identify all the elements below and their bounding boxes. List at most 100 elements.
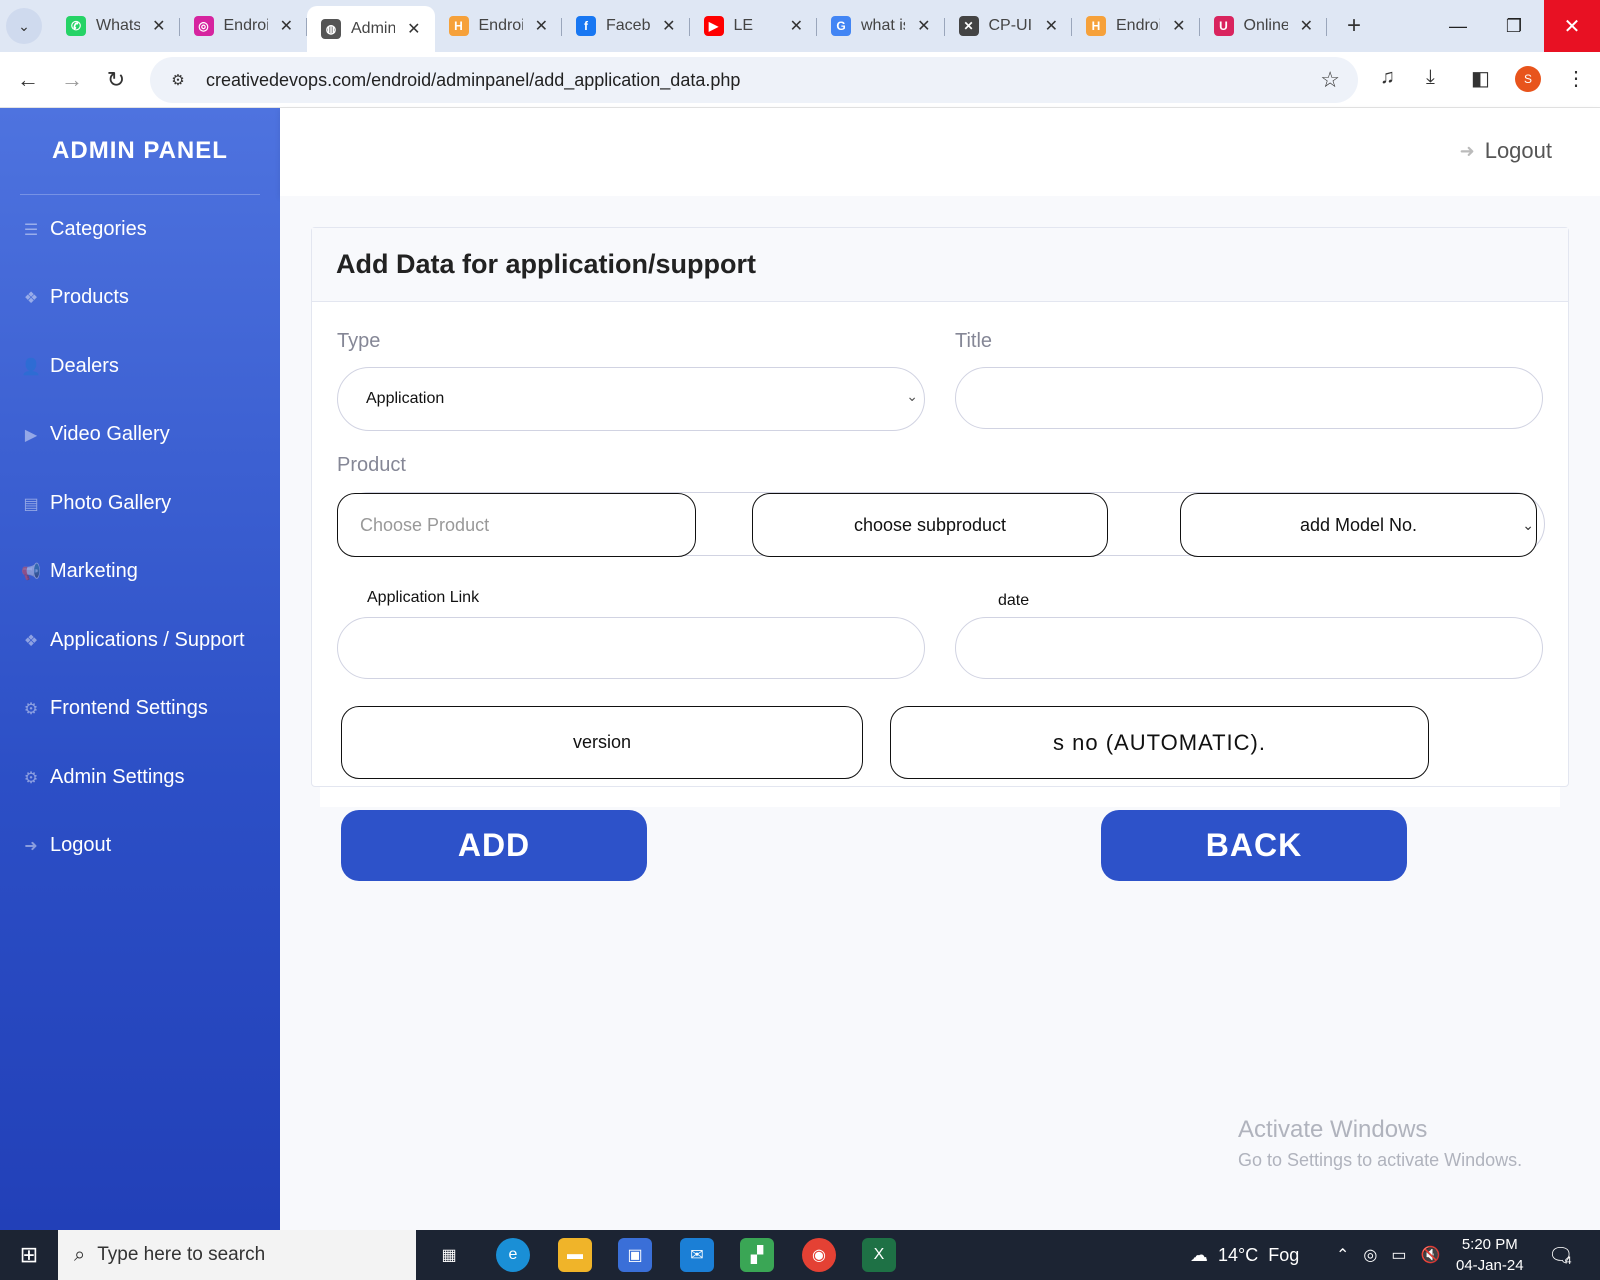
model-no-label: add Model No. (1299, 514, 1418, 535)
browser-tab[interactable]: ◍ Admin ✕ (307, 6, 435, 52)
address-bar[interactable]: ⚙ creativedevops.com/endroid/adminpanel/… (150, 57, 1358, 103)
back-arrow-icon[interactable]: ← (6, 67, 50, 93)
browser-tab[interactable]: ▶ LE ✕ (690, 6, 817, 46)
type-select[interactable]: Application ⌄ (337, 367, 925, 431)
browser-tab[interactable]: H Endroid ✕ (435, 6, 562, 46)
facebook-icon: f (576, 16, 596, 36)
app-icon[interactable]: ▞ (740, 1238, 774, 1272)
sidebar-item-label: Categories (50, 218, 147, 240)
chevron-down-icon: ⌄ (906, 388, 918, 404)
mail-icon[interactable]: ✉ (680, 1238, 714, 1272)
sidebar-item-products[interactable]: ❖ Products (20, 286, 129, 309)
file-explorer-icon[interactable]: ▬ (558, 1238, 592, 1272)
cubes-icon: ❖ (23, 632, 39, 650)
browser-tab[interactable]: U Online ✕ (1200, 6, 1327, 46)
version-field[interactable]: version (341, 706, 863, 779)
tab-close-icon[interactable]: ✕ (917, 16, 930, 36)
serial-number-field[interactable]: s no (AUTOMATIC). (890, 706, 1429, 779)
tab-close-icon[interactable]: ✕ (662, 16, 675, 36)
new-tab-button[interactable]: + (1339, 12, 1369, 40)
application-link-input[interactable] (337, 617, 925, 679)
tab-close-icon[interactable]: ✕ (1172, 16, 1185, 36)
reload-icon[interactable]: ↻ (94, 67, 138, 93)
sidebar-item-marketing[interactable]: 📢 Marketing (20, 560, 138, 583)
choose-subproduct-label: choose subproduct (853, 514, 1007, 535)
choose-subproduct-select[interactable]: choose subproduct (752, 493, 1108, 557)
system-clock[interactable]: 5:20 PM 04-Jan-24 (1456, 1234, 1524, 1276)
sidebar-item-video-gallery[interactable]: ▶ Video Gallery (20, 423, 170, 446)
title-input[interactable] (955, 367, 1543, 429)
system-tray: ⌃ ◎ ▭ 🔇 (1336, 1230, 1440, 1280)
sidebar-item-label: Applications / Support (50, 629, 245, 651)
taskbar-search-box[interactable]: ⌕ Type here to search (58, 1230, 416, 1280)
media-control-icon[interactable]: ♫ (1380, 66, 1395, 89)
forward-arrow-icon[interactable]: → (50, 67, 94, 93)
tab-close-icon[interactable]: ✕ (280, 16, 293, 36)
browser-tab[interactable]: ✕ CP-UI ✕ (945, 6, 1072, 46)
site-info-icon[interactable]: ⚙ (158, 71, 198, 89)
browser-tab[interactable]: H Endroid ✕ (1072, 6, 1200, 46)
tab-close-icon[interactable]: ✕ (1045, 16, 1058, 36)
browser-tab[interactable]: ◎ Endroid ✕ (180, 6, 307, 46)
notification-center-icon[interactable]: 🗨 4 (1548, 1230, 1573, 1280)
sidebar-item-logout[interactable]: ➜ Logout (20, 834, 111, 857)
browser-tab[interactable]: Gwhat is ✕ (817, 6, 945, 46)
weather-widget[interactable]: ☁ 14°C Fog (1190, 1230, 1299, 1280)
browser-tab[interactable]: ✆ WhatsApp ✕ (52, 6, 180, 46)
chrome-icon[interactable]: ◉ (802, 1238, 836, 1272)
task-view-icon[interactable]: ▦ (432, 1238, 466, 1272)
tab-close-icon[interactable]: ✕ (1300, 16, 1313, 36)
minimize-button[interactable]: — (1430, 0, 1486, 52)
browser-tab[interactable]: f Facebook ✕ (562, 6, 690, 46)
volume-muted-icon[interactable]: 🔇 (1421, 1245, 1441, 1265)
header-logout-label: Logout (1484, 138, 1552, 163)
search-icon: ⌕ (74, 1243, 86, 1266)
user-icon: 👤 (21, 358, 41, 376)
tab-list: ✆ WhatsApp ✕ ◎ Endroid ✕ ◍ Admin ✕ H Endroid ✕ f Face… (52, 0, 1327, 52)
date-input[interactable] (955, 617, 1543, 679)
chevron-down-icon: ⌄ (1522, 516, 1534, 533)
choose-product-select[interactable]: Choose Product (337, 493, 696, 557)
store-icon[interactable]: ▣ (618, 1238, 652, 1272)
back-button[interactable]: BACK (1101, 810, 1407, 881)
sidebar-item-admin-settings[interactable]: ⚙ Admin Settings (20, 766, 185, 789)
windows-start-icon[interactable]: ⊞ (0, 1230, 58, 1280)
sidebar-divider (20, 194, 260, 195)
window-close-button[interactable]: ✕ (1544, 0, 1600, 52)
webcam-icon[interactable]: ◎ (1363, 1245, 1377, 1265)
video-icon: ▶ (24, 426, 38, 444)
profile-avatar[interactable]: S (1515, 66, 1541, 92)
tab-search-chevron-icon[interactable]: ⌄ (6, 8, 42, 44)
download-icon[interactable]: ⤓ (1426, 66, 1435, 89)
tab-title: Facebook (606, 17, 650, 34)
header-logout-link[interactable]: ➜ Logout (1460, 138, 1552, 164)
product-label: Product (337, 454, 406, 476)
restore-button[interactable]: ❐ (1486, 0, 1542, 52)
network-icon[interactable]: ▭ (1391, 1245, 1406, 1265)
model-no-select[interactable]: add Model No. ⌄ (1180, 493, 1537, 557)
sidebar-item-photo-gallery[interactable]: ▤ Photo Gallery (20, 492, 171, 515)
browser-tab-strip: ⌄ ✆ WhatsApp ✕ ◎ Endroid ✕ ◍ Admin ✕ H Endroid ✕ f Fa… (0, 0, 1600, 52)
excel-icon[interactable]: X (862, 1238, 896, 1272)
edge-icon[interactable]: e (496, 1238, 530, 1272)
tab-close-icon[interactable]: ✕ (407, 19, 420, 39)
bookmark-star-icon[interactable]: ☆ (1320, 67, 1340, 93)
add-button[interactable]: ADD (341, 810, 647, 881)
tab-title: CP-UI (988, 17, 1033, 34)
brand-title[interactable]: ADMIN PANEL (0, 108, 280, 194)
instagram-icon: ◎ (193, 16, 214, 36)
sidebar-item-dealers[interactable]: 👤 Dealers (20, 355, 119, 378)
sidebar: ADMIN PANEL ☰ Categories ❖ Products 👤 Dealers… (0, 108, 280, 1230)
tab-close-icon[interactable]: ✕ (790, 16, 803, 36)
side-panel-icon[interactable]: ◧ (1471, 66, 1490, 91)
h-icon: H (448, 16, 469, 36)
tab-close-icon[interactable]: ✕ (535, 16, 548, 36)
url-text[interactable]: creativedevops.com/endroid/adminpanel/ad… (206, 70, 740, 91)
sidebar-item-categories[interactable]: ☰ Categories (20, 218, 147, 241)
tab-close-icon[interactable]: ✕ (152, 16, 165, 36)
browser-menu-icon[interactable]: ⋮ (1566, 66, 1586, 91)
sidebar-item-frontend-settings[interactable]: ⚙ Frontend Settings (20, 697, 208, 720)
sidebar-item-applications-support[interactable]: ❖ Applications / Support (20, 629, 245, 652)
cubes-icon: ❖ (23, 289, 39, 307)
tray-chevron-icon[interactable]: ⌃ (1336, 1245, 1349, 1265)
